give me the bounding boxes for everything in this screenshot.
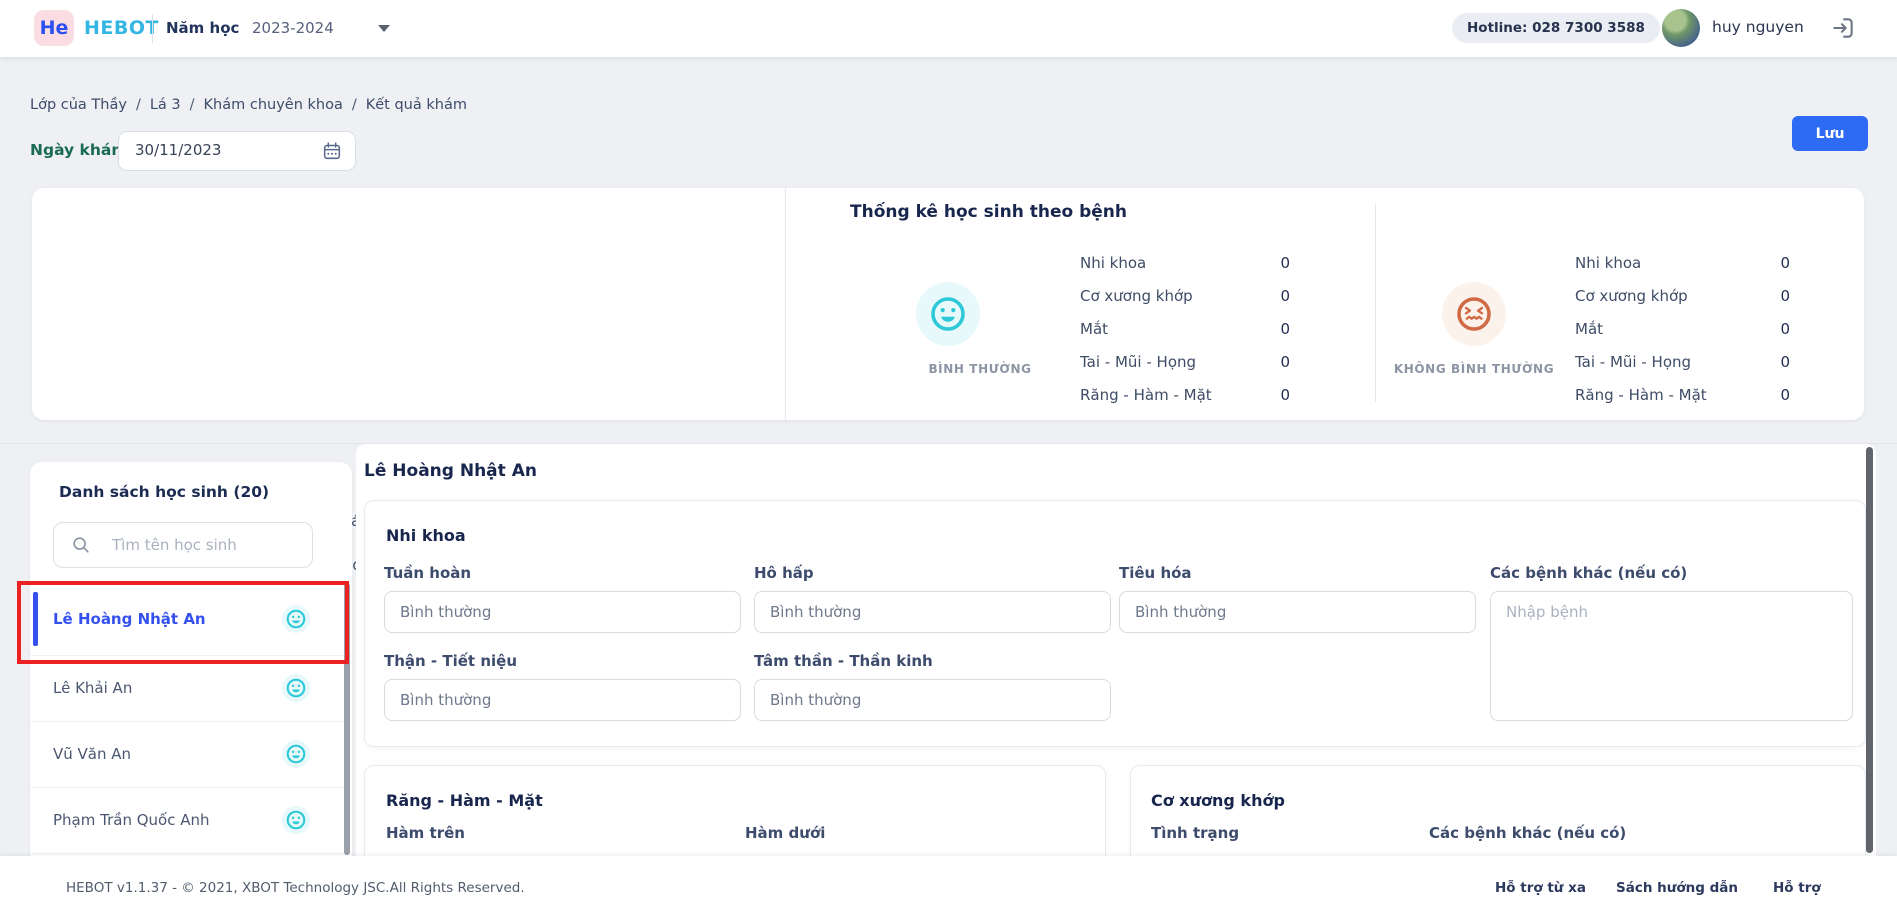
happy-face-icon: [282, 740, 310, 768]
exam-date-label: Ngày khám: [30, 141, 128, 159]
hotline-badge: Hotline: 028 7300 3588: [1452, 13, 1660, 43]
header-divider: [152, 14, 153, 43]
chevron-down-icon: [378, 25, 390, 32]
field-input-ho-hap[interactable]: [754, 591, 1111, 633]
selected-indicator: [33, 592, 38, 646]
stat-row: Mắt0: [1080, 312, 1290, 345]
stat-row: Nhi khoa0: [1080, 246, 1290, 279]
footer-link-support[interactable]: Hỗ trợ: [1773, 880, 1821, 896]
field-label: Tâm thần - Thần kinh: [754, 652, 933, 670]
stats-list-abnormal: Nhi khoa0 Cơ xương khớp0 Mắt0 Tai - Mũi …: [1575, 246, 1790, 411]
search-icon: [71, 535, 91, 555]
student-name: Phạm Trần Quốc Anh: [53, 811, 210, 829]
stats-list-normal: Nhi khoa0 Cơ xương khớp0 Mắt0 Tai - Mũi …: [1080, 246, 1290, 411]
save-button[interactable]: Lưu: [1792, 116, 1868, 151]
field-label: Tình trạng: [1151, 824, 1239, 842]
avatar[interactable]: [1662, 9, 1700, 47]
exam-detail-panel: Lê Hoàng Nhật An Nhi khoa Tuần hoàn Hô h…: [356, 444, 1876, 857]
stat-row: Cơ xương khớp0: [1080, 279, 1290, 312]
section-title: Nhi khoa: [386, 526, 466, 545]
breadcrumb-separator: /: [190, 97, 195, 113]
happy-face-icon: [282, 806, 310, 834]
field-label: Tiêu hóa: [1119, 564, 1192, 582]
happy-face-icon: [282, 605, 310, 633]
stats-title: Thống kê học sinh theo bệnh: [850, 202, 1127, 222]
stat-row: Nhi khoa0: [1575, 246, 1790, 279]
breadcrumb-item[interactable]: Khám chuyên khoa: [204, 97, 343, 113]
exam-date-input[interactable]: 30/11/2023: [118, 131, 356, 171]
student-row[interactable]: Phạm Trần Quốc Anh: [30, 787, 352, 854]
student-name: Lê Hoàng Nhật An: [53, 610, 206, 628]
breadcrumb-item[interactable]: Lá 3: [150, 97, 181, 113]
field-label: Các bệnh khác (nếu có): [1490, 564, 1687, 582]
student-name: Vũ Văn An: [53, 745, 131, 763]
footer: HEBOT v1.1.37 - © 2021, XBOT Technology …: [0, 856, 1897, 914]
selected-student-title: Lê Hoàng Nhật An: [364, 461, 537, 481]
field-input-than-tiet-nieu[interactable]: [384, 679, 741, 721]
happy-face-icon: [282, 674, 310, 702]
main-scrollbar[interactable]: [1866, 447, 1873, 853]
copyright-text: HEBOT v1.1.37 - © 2021, XBOT Technology …: [66, 880, 525, 896]
stats-caption-abnormal: KHÔNG BÌNH THƯỜNG: [1374, 362, 1574, 376]
student-search-box[interactable]: [53, 522, 313, 568]
happy-face-icon: [916, 282, 980, 346]
student-list-title: Danh sách học sinh (20): [59, 483, 269, 501]
field-label: Thận - Tiết niệu: [384, 652, 517, 670]
stat-row: Mắt0: [1575, 312, 1790, 345]
app-window: He HEBOT Năm học 2023-2024 Hotline: 028 …: [0, 0, 1897, 914]
field-label: Các bệnh khác (nếu có): [1429, 824, 1626, 842]
footer-link-remote-support[interactable]: Hỗ trợ từ xa: [1495, 880, 1586, 896]
stat-row: Răng - Hàm - Mặt0: [1575, 378, 1790, 411]
user-name[interactable]: huy nguyen: [1712, 18, 1804, 36]
sad-face-icon: [1442, 282, 1506, 346]
student-name: Lê Khải An: [53, 679, 132, 697]
section-title: Cơ xương khớp: [1151, 791, 1285, 810]
field-label: Hô hấp: [754, 564, 814, 582]
breadcrumb-separator: /: [136, 97, 141, 113]
panel-divider: [785, 188, 786, 420]
field-label: Hàm dưới: [745, 824, 825, 842]
breadcrumb-item[interactable]: Lớp của Thầy: [30, 97, 127, 113]
field-input-tam-than-than-kinh[interactable]: [754, 679, 1111, 721]
exam-date-value: 30/11/2023: [135, 141, 221, 159]
brand-name: HEBOT: [84, 17, 159, 39]
stat-row: Tai - Mũi - Họng0: [1080, 345, 1290, 378]
stats-caption-normal: BÌNH THƯỜNG: [880, 362, 1080, 376]
school-year-label: Năm học: [166, 19, 239, 37]
breadcrumb: Lớp của Thầy / Lá 3 / Khám chuyên khoa / Kết q…: [30, 97, 467, 113]
school-year-select[interactable]: 2023-2024: [252, 19, 334, 37]
field-label: Tuần hoàn: [384, 564, 471, 582]
logout-icon[interactable]: [1830, 15, 1856, 41]
hebot-logo-icon[interactable]: He: [34, 10, 74, 46]
field-label: Hàm trên: [386, 824, 465, 842]
field-textarea-benh-khac[interactable]: [1490, 591, 1853, 721]
sidebar-scrollbar[interactable]: [344, 583, 350, 855]
student-row[interactable]: Lê Khải An: [30, 655, 352, 722]
breadcrumb-separator: /: [352, 97, 357, 113]
student-row-selected[interactable]: Lê Hoàng Nhật An: [30, 583, 352, 656]
section-nhi-khoa: Nhi khoa Tuần hoàn Hô hấp Tiêu hóa Các b…: [364, 500, 1866, 747]
footer-link-manual[interactable]: Sách hướng dẫn: [1616, 880, 1738, 896]
calendar-icon[interactable]: [321, 140, 343, 162]
stat-row: Cơ xương khớp0: [1575, 279, 1790, 312]
stat-row: Răng - Hàm - Mặt0: [1080, 378, 1290, 411]
breadcrumb-item-current: Kết quả khám: [366, 97, 467, 113]
student-list-panel: Danh sách học sinh (20) Lê Hoàng Nhật An…: [30, 462, 352, 860]
field-input-tuan-hoan[interactable]: [384, 591, 741, 633]
summary-card: Hướng dẫn sử dụng ↳Phần mềm mặc định các…: [32, 188, 1864, 420]
student-row[interactable]: Vũ Văn An: [30, 721, 352, 788]
field-input-tieu-hoa[interactable]: [1119, 591, 1476, 633]
top-bar: He HEBOT Năm học 2023-2024 Hotline: 028 …: [0, 0, 1897, 57]
search-input[interactable]: [110, 525, 304, 565]
section-title: Răng - Hàm - Mặt: [386, 791, 543, 810]
stat-row: Tai - Mũi - Họng0: [1575, 345, 1790, 378]
